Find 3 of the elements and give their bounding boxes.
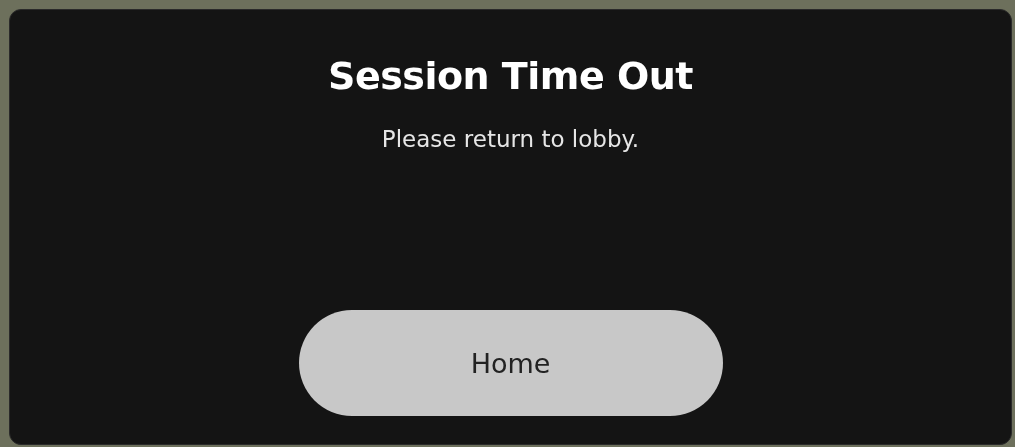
dialog-title: Session Time Out <box>328 54 693 98</box>
home-button[interactable]: Home <box>298 310 723 416</box>
dialog-message: Please return to lobby. <box>381 126 640 152</box>
